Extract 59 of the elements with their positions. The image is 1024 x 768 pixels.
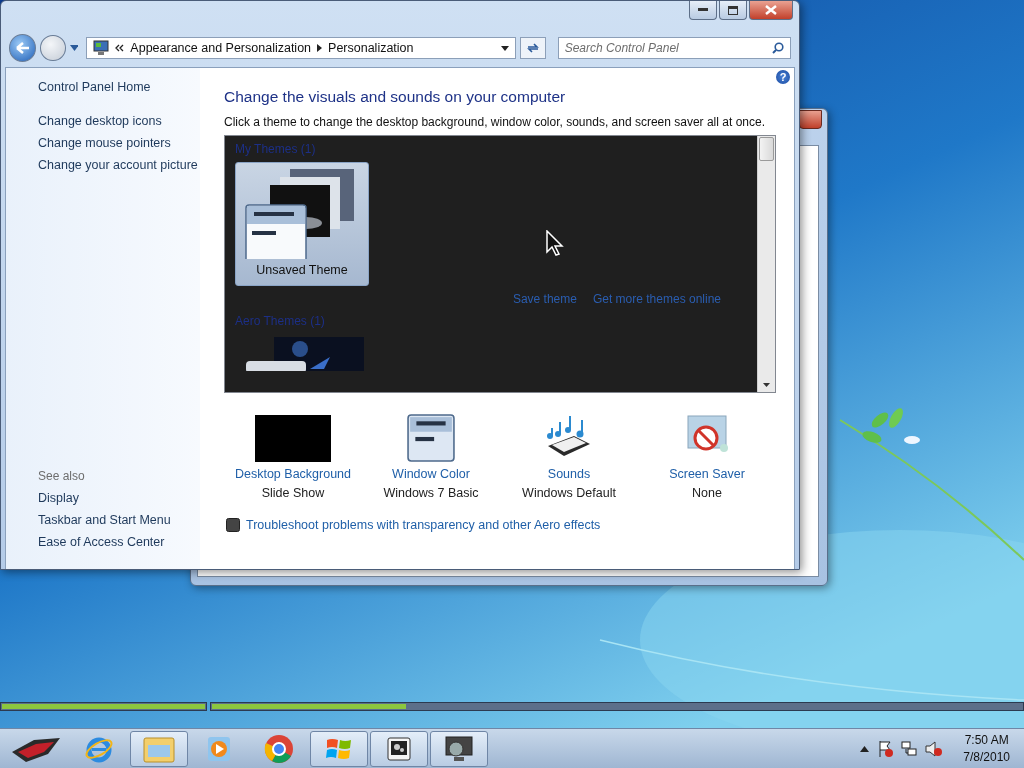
refresh-button[interactable] (520, 37, 546, 59)
sidebar-link[interactable]: Control Panel Home (38, 80, 200, 94)
breadcrumb-item[interactable]: Personalization (328, 41, 414, 55)
taskbar-button[interactable] (430, 730, 488, 767)
group-heading: My Themes (1) (235, 142, 317, 156)
breadcrumb-item[interactable]: Appearance and Personalization (130, 41, 312, 55)
page-description: Click a theme to change the desktop background, window color, sounds, and screen saver all at once. (224, 115, 766, 129)
show-hidden-icons-icon[interactable] (860, 745, 870, 752)
flag-error-icon[interactable] (877, 739, 894, 758)
close-icon (765, 5, 777, 15)
setting-value: Slide Show (261, 486, 325, 500)
help-button[interactable]: ? (776, 70, 790, 84)
chrome-icon (264, 733, 294, 764)
setting-value: None (692, 486, 722, 500)
back-button[interactable] (9, 34, 37, 62)
sidebar-link[interactable]: Display (38, 491, 200, 505)
theme-tile[interactable]: Unsaved Theme (235, 162, 369, 286)
setting-link[interactable]: Window Color (392, 467, 470, 481)
scrollbar-thumb[interactable] (759, 137, 774, 161)
square-icon (226, 518, 240, 532)
maximize-button[interactable] (719, 1, 747, 20)
media-player-icon (206, 734, 232, 763)
sidebar-link[interactable]: Change mouse pointers (38, 136, 200, 150)
search-field[interactable]: Search Control Panel (557, 37, 791, 59)
clock[interactable]: 7:50 AM 7/8/2010 (963, 731, 1010, 766)
troubleshoot-link[interactable]: Troubleshoot problems with transparency and other Aero effects (246, 518, 601, 532)
sidebar-link[interactable]: Ease of Access Center (38, 535, 200, 549)
back-arrow-icon (15, 42, 30, 54)
sidebar-link[interactable]: Change desktop icons (38, 114, 200, 128)
sidebar-link[interactable]: Change your account picture (38, 158, 200, 172)
taskbar-button[interactable] (370, 730, 428, 767)
setting-link[interactable]: Desktop Background (234, 467, 351, 481)
breadcrumb-arrow-icon (317, 44, 323, 52)
close-button[interactable] (799, 110, 822, 129)
speaker-muted-icon[interactable] (925, 740, 944, 757)
double-chevron-icon (115, 44, 125, 52)
setting-value: Windows 7 Basic (383, 486, 479, 500)
sidebar-link[interactable]: Taskbar and Start Menu (38, 513, 200, 527)
folder-icon (143, 734, 175, 763)
setting-link[interactable]: Sounds (547, 467, 591, 481)
sidebar-heading: See also (38, 469, 86, 483)
page-heading: Change the visuals and sounds on your computer (224, 88, 567, 106)
minimize-button[interactable] (689, 1, 717, 20)
forward-button[interactable] (40, 35, 66, 61)
address-bar[interactable]: Appearance and Personalization Personalization (86, 37, 517, 59)
history-dropdown-icon[interactable] (69, 45, 79, 51)
refresh-icon (526, 42, 540, 54)
close-button[interactable] (749, 1, 793, 20)
maximize-icon (728, 5, 738, 15)
setting-link[interactable]: Screen Saver (669, 467, 745, 481)
scroll-down-icon[interactable] (763, 383, 770, 387)
mouse-pointer-icon (546, 230, 564, 256)
address-dropdown-icon[interactable] (501, 45, 510, 51)
group-heading: Aero Themes (1) (235, 314, 326, 328)
minimize-icon (698, 8, 708, 12)
search-icon[interactable] (772, 42, 784, 54)
window-icon (407, 414, 455, 462)
setting-value: Windows Default (522, 486, 616, 500)
network-icon[interactable] (901, 740, 918, 757)
